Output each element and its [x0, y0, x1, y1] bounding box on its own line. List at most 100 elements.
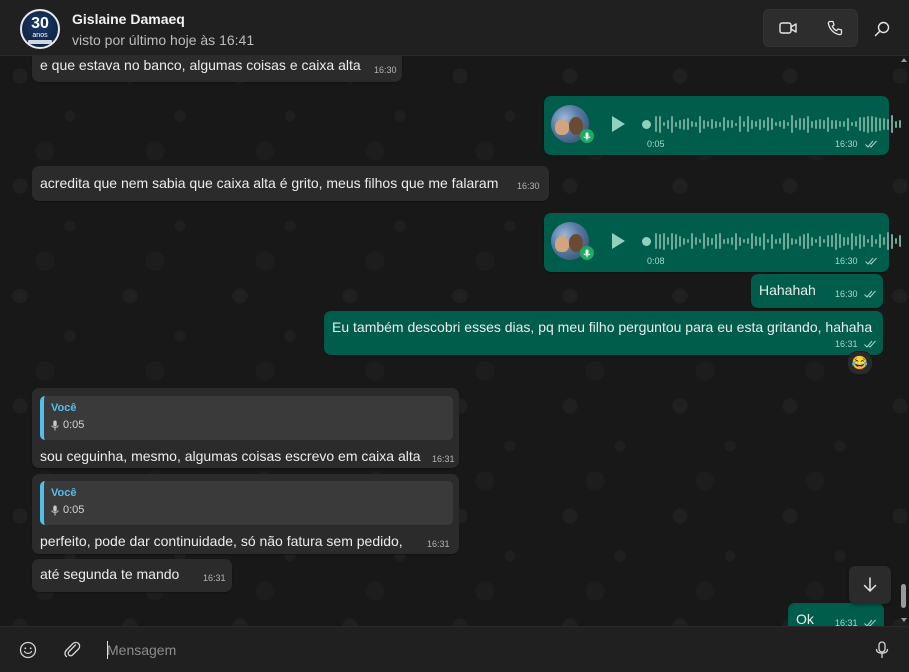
attach-button[interactable]: [61, 639, 83, 661]
contact-name[interactable]: Gislaine Damaeq: [72, 11, 185, 27]
message-text: acredita que nem sabia que caixa alta é …: [40, 175, 499, 191]
waveform-bar: [663, 232, 665, 250]
arrow-down-icon: [863, 577, 877, 592]
waveform-bar: [707, 236, 709, 246]
waveform-bar: [655, 116, 657, 132]
waveform-bar: [799, 118, 801, 130]
waveform-bar: [735, 122, 737, 126]
scroll-down-arrow-icon[interactable]: [901, 618, 907, 622]
waveform-bar: [827, 116, 829, 132]
reaction-laughing-emoji[interactable]: 😂: [847, 351, 873, 375]
waveform-bar: [895, 238, 897, 244]
double-check-icon: [865, 257, 877, 265]
waveform-bar: [695, 237, 697, 245]
message-incoming[interactable]: acredita que nem sabia que caixa alta é …: [32, 166, 549, 201]
waveform-bar: [867, 115, 869, 133]
voice-call-button[interactable]: [811, 10, 858, 46]
message-incoming-reply[interactable]: Você 0:05 perfeito, pode dar continuidad…: [32, 474, 459, 554]
message-outgoing[interactable]: Hahahah 16:30: [751, 274, 883, 308]
waveform-bar: [715, 120, 717, 128]
voice-waveform[interactable]: [642, 113, 901, 135]
waveform-bar: [831, 119, 833, 129]
voice-message-outgoing[interactable]: 0:05 16:30: [544, 96, 901, 155]
play-icon[interactable]: [612, 116, 625, 132]
waveform-bar: [819, 119, 821, 129]
quoted-duration: 0:05: [63, 504, 85, 516]
waveform-bar: [731, 237, 733, 245]
waveform-bar: [755, 236, 757, 246]
quoted-message[interactable]: Você 0:05: [40, 481, 453, 525]
waveform-bar: [875, 116, 877, 132]
scroll-up-arrow-icon[interactable]: [901, 58, 907, 62]
waveform-bar: [839, 121, 841, 127]
waveform-bar: [887, 118, 889, 130]
waveform-bar: [775, 238, 777, 244]
message-composer: [0, 626, 909, 672]
message-text: perfeito, pode dar continuidade, só não …: [40, 533, 403, 549]
scroll-to-bottom-button[interactable]: [849, 566, 891, 604]
waveform-bar: [687, 118, 689, 130]
message-time: 16:31: [835, 339, 858, 349]
message-incoming-reply[interactable]: Você 0:05 sou ceguinha, mesmo, algumas c…: [32, 388, 459, 468]
waveform-bar: [667, 119, 669, 129]
waveform-bar: [727, 238, 729, 244]
phone-icon: [827, 20, 842, 36]
paperclip-icon: [64, 641, 81, 658]
waveform-bar: [847, 237, 849, 245]
waveform-bar: [723, 117, 725, 131]
message-incoming[interactable]: e que estava no banco, algumas coisas e …: [32, 56, 402, 82]
waveform-bar: [727, 120, 729, 128]
voice-duration: 0:05: [647, 139, 665, 149]
text-caret: [107, 641, 108, 659]
quoted-message[interactable]: Você 0:05: [40, 396, 453, 440]
playhead-dot[interactable]: [642, 236, 651, 246]
waveform-bar: [787, 122, 789, 126]
waveform-bar: [807, 233, 809, 249]
waveform-bar: [683, 118, 685, 130]
emoji-icon: [19, 641, 37, 659]
waveform-bar: [807, 115, 809, 133]
waveform-bar: [847, 117, 849, 131]
message-outgoing[interactable]: Eu também descobri esses dias, pq meu fi…: [324, 311, 883, 355]
voice-record-button[interactable]: [871, 639, 893, 661]
microphone-icon: [875, 641, 889, 659]
waveform-bar: [779, 238, 781, 244]
waveform-bar: [783, 119, 785, 129]
waveform-bar: [819, 235, 821, 247]
quoted-voice: 0:05: [51, 504, 84, 516]
waveform-bar: [875, 238, 877, 244]
video-call-button[interactable]: [764, 10, 811, 46]
message-input[interactable]: [107, 638, 807, 662]
chat-scrollbar[interactable]: [899, 56, 909, 626]
message-outgoing[interactable]: Ok 16:31: [788, 603, 884, 626]
waveform-bar: [751, 119, 753, 129]
waveform-bar: [691, 121, 693, 127]
waveform-bar: [771, 233, 773, 249]
waveform-bar: [871, 235, 873, 247]
waveform-bar: [739, 236, 741, 246]
voice-message-outgoing[interactable]: 0:08 16:30: [544, 213, 901, 272]
message-incoming[interactable]: até segunda te mando 16:31: [32, 559, 232, 592]
playhead-dot[interactable]: [642, 119, 651, 129]
search-button[interactable]: [869, 16, 895, 42]
waveform-bar: [883, 118, 885, 130]
waveform-bar: [843, 121, 845, 127]
waveform-bar: [659, 115, 661, 133]
message-time: 16:31: [432, 454, 455, 464]
voice-waveform[interactable]: [642, 230, 901, 252]
waveform-bar: [695, 121, 697, 127]
waveform-bar: [747, 238, 749, 244]
waveform-bar: [823, 119, 825, 129]
waveform-bar: [843, 236, 845, 246]
waveform-bar: [763, 232, 765, 250]
waveform-bar: [671, 232, 673, 250]
message-list[interactable]: e que estava no banco, algumas coisas e …: [0, 56, 909, 626]
double-check-icon: [864, 340, 876, 348]
contact-avatar[interactable]: 30 anos: [20, 9, 60, 49]
scrollbar-thumb[interactable]: [901, 584, 906, 608]
emoji-button[interactable]: [17, 639, 39, 661]
quoted-author: Você: [51, 402, 77, 414]
play-icon[interactable]: [612, 233, 625, 249]
waveform-bar: [655, 233, 657, 249]
message-time: 16:30: [835, 139, 858, 149]
